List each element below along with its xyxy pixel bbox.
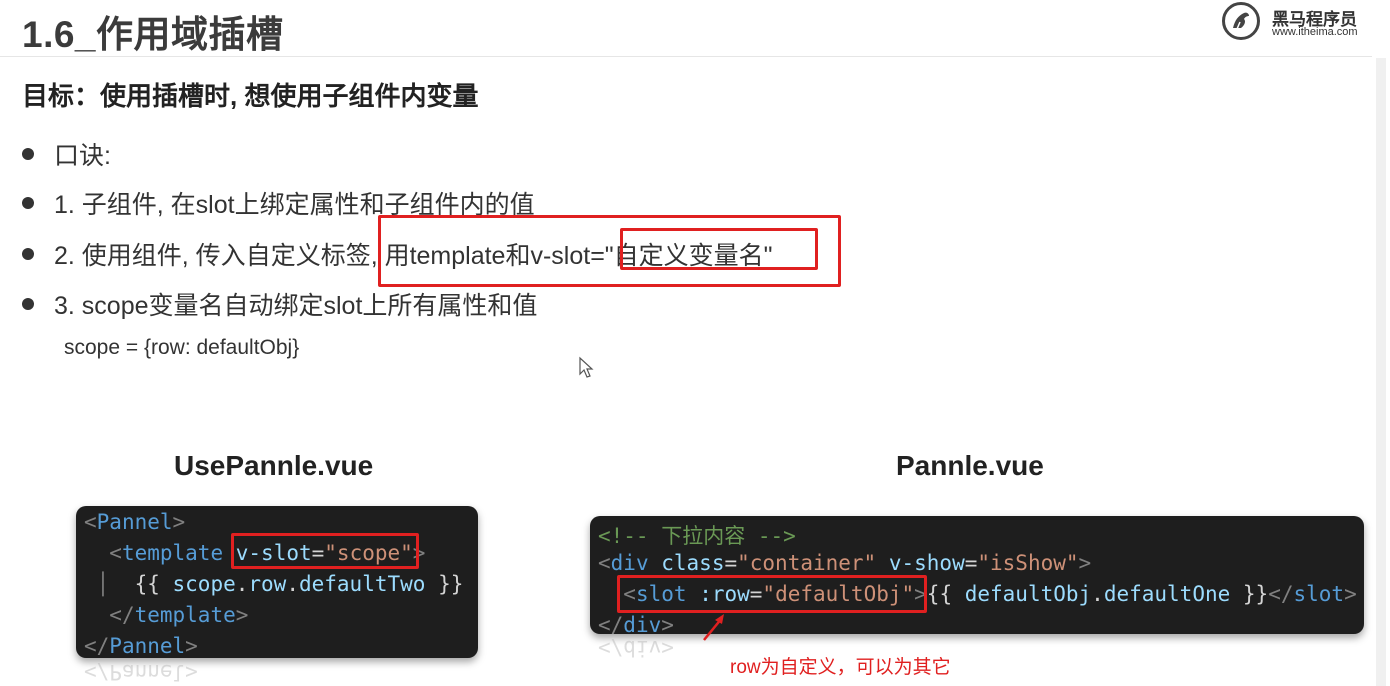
logo-url: www.itheima.com bbox=[1272, 26, 1358, 38]
code-line: </template> bbox=[109, 603, 249, 627]
right-heading: Pannle.vue bbox=[896, 450, 1044, 481]
bullet-text: 3. scope变量名自动绑定slot上所有属性和值 bbox=[54, 292, 538, 320]
bullet-text: 口诀: bbox=[54, 142, 111, 170]
highlight-box-vslot bbox=[231, 533, 419, 569]
code-line: <!-- 下拉内容 --> bbox=[598, 524, 796, 548]
code-line: <div class="container" v-show="isShow"> bbox=[598, 551, 1092, 575]
goal-text: 目标：使用插槽时, 想使用子组件内变量 bbox=[22, 81, 479, 111]
code-reflection: </Pannel> bbox=[84, 660, 198, 684]
bullet-item: 3. scope变量名自动绑定slot上所有属性和值 bbox=[22, 286, 537, 322]
page-title: 1.6_作用域插槽 bbox=[22, 14, 284, 55]
left-heading: UsePannle.vue bbox=[174, 450, 374, 481]
code-line: │ {{ scope.row.defaultTwo }} bbox=[84, 572, 464, 596]
highlight-box-slot-row bbox=[617, 575, 927, 613]
code-reflection: </div> bbox=[598, 636, 674, 660]
highlight-box-variable-name bbox=[620, 228, 818, 270]
scope-note: scope = {row: defaultObj} bbox=[64, 336, 300, 359]
code-line: </div> bbox=[598, 613, 674, 634]
code-line: </Pannel> bbox=[84, 634, 198, 658]
brand-logo: 黑马程序员 www.itheima.com bbox=[1222, 2, 1372, 44]
bullet-dot-icon bbox=[22, 148, 34, 160]
mouse-cursor-icon bbox=[579, 356, 594, 378]
bullet-dot-icon bbox=[22, 298, 34, 310]
annotation-text: row为自定义，可以为其它 bbox=[730, 657, 951, 678]
bullet-item: 口诀: bbox=[22, 136, 111, 172]
header-divider bbox=[0, 56, 1372, 57]
bullet-dot-icon bbox=[22, 248, 34, 260]
bullet-dot-icon bbox=[22, 197, 34, 209]
code-block-usepannle: <Pannel> <template v-slot="scope"> │ {{ … bbox=[76, 506, 478, 658]
code-line: <Pannel> bbox=[84, 510, 186, 534]
scrollbar[interactable] bbox=[1376, 58, 1386, 686]
annotation-arrow-icon bbox=[703, 614, 724, 641]
horse-logo-icon bbox=[1222, 2, 1260, 40]
